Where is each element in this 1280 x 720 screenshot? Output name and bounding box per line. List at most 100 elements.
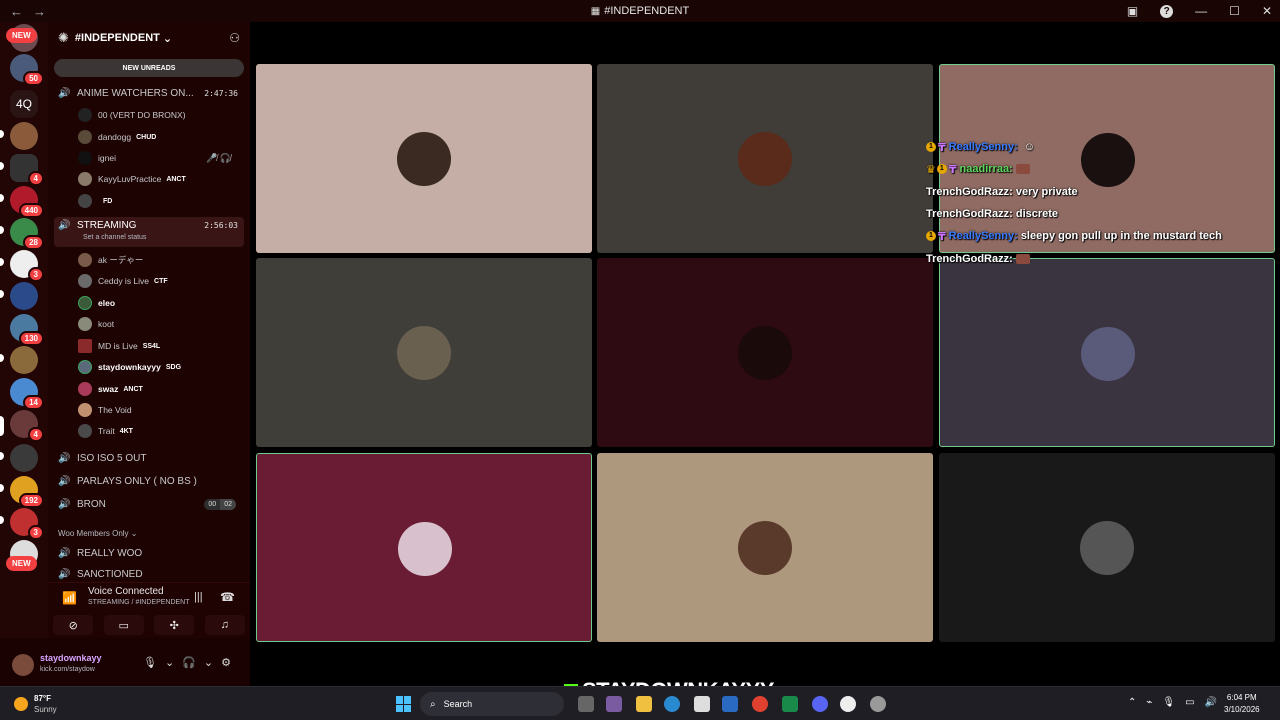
voice-channel-bron[interactable]: 🔊 BRON 00 02 [54, 493, 244, 515]
voice-member[interactable]: 00 (VERT DO BRONX) [78, 105, 186, 125]
voice-member[interactable]: FD [78, 191, 112, 211]
video-tile[interactable] [597, 64, 933, 253]
video-tile[interactable] [256, 258, 592, 447]
voice-member[interactable]: The Void [78, 400, 132, 420]
file-explorer-icon[interactable] [636, 696, 652, 712]
voice-member[interactable]: swaz ANCT [78, 379, 143, 399]
voice-member[interactable]: koot [78, 314, 114, 334]
voice-member[interactable]: staydownkayyy SDG [78, 357, 181, 377]
server-icon[interactable]: 440 [10, 186, 44, 218]
server-icon[interactable]: 3 [10, 508, 44, 540]
server-icon[interactable]: 50 [10, 54, 44, 86]
voice-member[interactable]: Ceddy is Live CTF [78, 271, 168, 291]
server-icon[interactable]: 14 [10, 378, 44, 410]
weather-widget[interactable]: 87°F Sunny [14, 693, 57, 715]
obs-icon[interactable] [840, 696, 856, 712]
network-icon[interactable]: ⌁ [1146, 697, 1152, 708]
chrome-icon[interactable] [752, 696, 768, 712]
inbox-icon[interactable]: ▣ [1127, 4, 1138, 18]
voice-location[interactable]: STREAMING / #INDEPENDENT [88, 599, 190, 606]
minimize-button[interactable]: — [1195, 4, 1207, 18]
soundboard-button[interactable]: ♫ [204, 615, 245, 635]
microphone-icon[interactable]: 🎙 [143, 656, 157, 669]
taskbar-search[interactable]: ⌕ Search [420, 692, 564, 716]
category-woo[interactable]: Woo Members Only ⌄ [58, 529, 137, 538]
user-panel: staydownkayy kick.com/staydow 🎙 ⌄ 🎧 ⌄ ⚙ [0, 638, 250, 686]
voice-channel-streaming[interactable]: 🔊 STREAMING 2:56:03 Set a channel status [54, 217, 244, 247]
close-button[interactable]: ✕ [1262, 4, 1272, 18]
activities-button[interactable]: ✣ [154, 615, 195, 635]
voice-member[interactable]: KayyLuvPractice ANCT [78, 169, 186, 189]
new-pill[interactable]: NEW [6, 556, 37, 571]
voice-channel-parlays[interactable]: 🔊 PARLAYS ONLY ( NO BS ) [54, 470, 244, 492]
voice-channel-anime[interactable]: 🔊 ANIME WATCHERS ON... 2:47:36 [54, 82, 244, 104]
video-tile[interactable] [256, 64, 592, 253]
voice-member[interactable]: Trait 4KT [78, 421, 133, 441]
server-icon[interactable] [10, 444, 38, 472]
chat-line: TrenchGodRazz: discrete [926, 203, 1222, 225]
store-icon[interactable] [694, 696, 710, 712]
invite-icon[interactable]: ⚇ [229, 31, 240, 45]
server-icon[interactable]: 4 [10, 410, 44, 442]
screen-share-button[interactable]: ▭ [103, 615, 144, 635]
gear-icon[interactable]: ⚙ [221, 656, 231, 669]
discord-icon[interactable] [812, 696, 828, 712]
volume-icon[interactable]: 🔊 [1205, 697, 1217, 708]
server-icon[interactable]: 130 [10, 314, 44, 346]
windows-start-icon[interactable] [396, 696, 412, 712]
server-icon[interactable]: 4 [10, 154, 44, 186]
noise-suppression-icon[interactable]: ||| [194, 591, 203, 603]
server-icon[interactable] [10, 346, 38, 374]
video-tile[interactable] [597, 258, 933, 447]
forward-arrow-icon[interactable]: → [33, 4, 46, 19]
chevron-down-icon[interactable]: ⌄ [204, 656, 213, 669]
voice-channel-sanctioned[interactable]: 🔊 SANCTIONED [54, 565, 244, 581]
voice-member[interactable]: MD is Live SS4L [78, 336, 160, 356]
chevron-up-icon[interactable]: ⌃ [1128, 697, 1136, 708]
server-rail: NEW 50 4Q 4 440 28 3 130 14 4 192 3 NEW [0, 22, 48, 686]
disconnect-icon[interactable]: ☎ [220, 590, 235, 604]
camera-off-button[interactable]: ⊘ [53, 615, 94, 635]
signal-icon[interactable]: 📶 [62, 591, 77, 605]
voice-channel-iso[interactable]: 🔊 ISO ISO 5 OUT [54, 447, 244, 469]
video-tile[interactable] [256, 453, 592, 642]
new-pill[interactable]: NEW [6, 28, 37, 43]
microphone-icon[interactable]: 🎙 [1162, 697, 1175, 708]
voice-member[interactable]: ignei 🎤̸ 🎧̸ [78, 148, 231, 168]
help-icon[interactable]: ? [1160, 4, 1174, 18]
server-header[interactable]: ✺ #INDEPENDENT ⌄ ⚇ [48, 22, 250, 54]
channel-name: PARLAYS ONLY ( NO BS ) [77, 475, 197, 487]
app-icon[interactable] [782, 696, 798, 712]
channel-name: BRON [77, 498, 106, 510]
voice-member[interactable]: ak ーデゃー [78, 250, 143, 270]
video-tile[interactable] [939, 453, 1275, 642]
outlook-icon[interactable] [722, 696, 738, 712]
channel-status[interactable]: Set a channel status [83, 234, 146, 241]
app-icon[interactable] [606, 696, 622, 712]
server-folder[interactable]: 4Q [10, 90, 38, 118]
voice-channel-really-woo[interactable]: 🔊 REALLY WOO [54, 542, 244, 564]
username[interactable]: staydownkayy [40, 653, 102, 663]
maximize-button[interactable]: ☐ [1229, 4, 1240, 18]
avatar[interactable] [12, 654, 34, 676]
voice-member[interactable]: eleo [78, 293, 115, 313]
voice-status[interactable]: Voice Connected [88, 586, 164, 597]
server-icon[interactable]: 28 [10, 218, 44, 250]
video-tile[interactable] [939, 258, 1275, 447]
display-icon[interactable]: ▭ [1185, 697, 1194, 708]
server-icon[interactable]: 3 [10, 250, 44, 282]
headphones-icon[interactable]: 🎧 [182, 656, 196, 669]
server-icon[interactable] [10, 282, 38, 310]
server-icon[interactable]: 192 [10, 476, 44, 508]
member-tag: ANCT [123, 385, 143, 393]
new-unreads-pill[interactable]: NEW UNREADS [54, 59, 244, 77]
task-view-icon[interactable] [578, 696, 594, 712]
edge-icon[interactable] [664, 696, 680, 712]
app-icon[interactable] [870, 696, 886, 712]
clock[interactable]: 6:04 PM 3/10/2026 [1224, 692, 1260, 716]
video-tile[interactable] [597, 453, 933, 642]
voice-member[interactable]: dandogg CHUD [78, 127, 156, 147]
back-arrow-icon[interactable]: ← [10, 4, 23, 19]
chevron-down-icon[interactable]: ⌄ [165, 656, 174, 669]
server-icon[interactable] [10, 122, 38, 150]
